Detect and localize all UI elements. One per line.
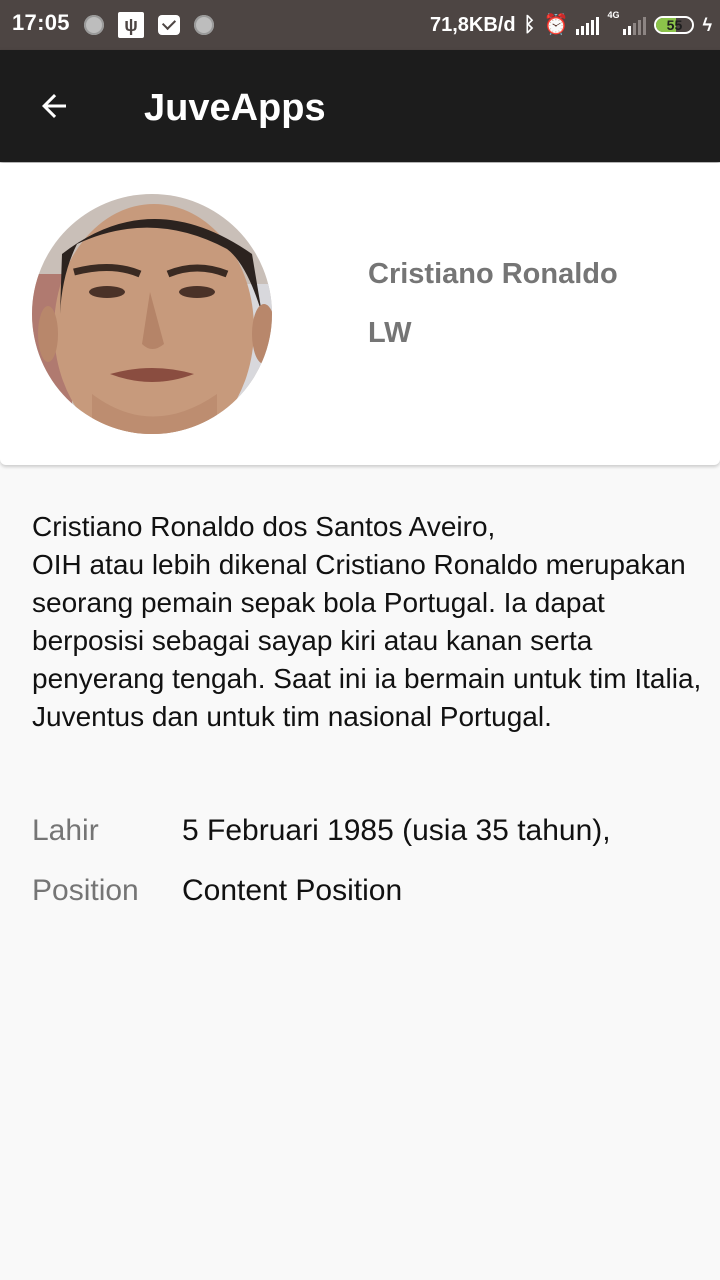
player-position: LW: [368, 317, 412, 349]
usb-icon: ψ: [118, 12, 144, 38]
arrow-back-icon[interactable]: [36, 88, 72, 124]
position-value: Content Position: [182, 874, 403, 907]
charging-bolt-icon: ϟ: [702, 14, 712, 35]
position-label: Position: [32, 874, 139, 907]
player-bio: Cristiano Ronaldo dos Santos Aveiro, OIH…: [32, 511, 702, 732]
app-bar: JuveApps: [0, 50, 720, 162]
status-right-group: 71,8KB/d ᛒ ⏰ 4G 55 ϟ: [429, 10, 712, 38]
status-time: 17:05: [12, 10, 70, 35]
signal-4g-icon: [623, 15, 647, 35]
notification-dot-icon: [84, 15, 104, 35]
app-title: JuveApps: [144, 87, 326, 129]
bluetooth-icon: ᛒ: [523, 14, 536, 36]
alarm-icon: ⏰: [543, 14, 569, 36]
player-photo: [32, 194, 272, 434]
network-type-label: 4G: [607, 10, 620, 20]
signal-icon: [576, 15, 600, 35]
born-label: Lahir: [32, 814, 99, 847]
notification-icons: ψ: [84, 12, 214, 38]
status-bar: 17:05 ψ 71,8KB/d ᛒ ⏰ 4G 55 ϟ: [0, 0, 720, 50]
battery-icon: 55: [654, 16, 695, 34]
player-name: Cristiano Ronaldo: [368, 258, 618, 290]
notification-dot-icon: [194, 15, 214, 35]
mail-icon: [158, 15, 180, 35]
battery-level: 55: [666, 17, 683, 33]
player-avatar: [32, 194, 272, 434]
player-header-card: Cristiano Ronaldo LW: [0, 163, 720, 465]
net-speed: 71,8KB/d: [429, 13, 516, 36]
born-value: 5 Februari 1985 (usia 35 tahun),: [182, 814, 611, 847]
